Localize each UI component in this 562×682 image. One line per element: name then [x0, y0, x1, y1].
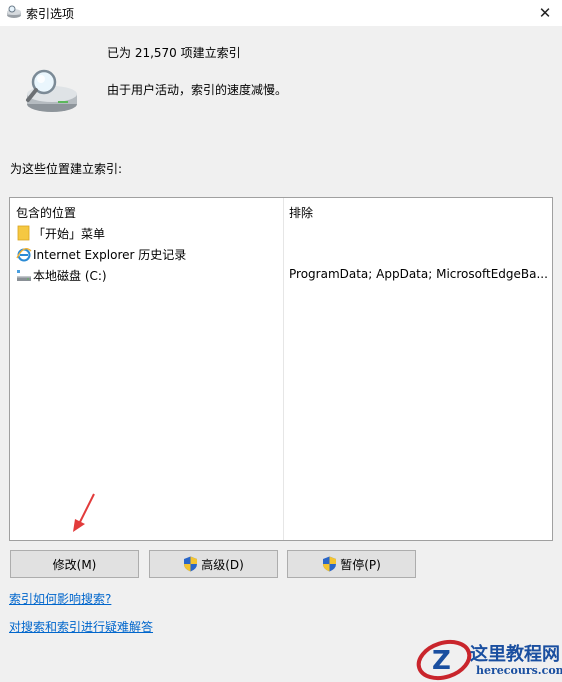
- watermark-brand: 这里教程网: [470, 644, 560, 665]
- table-row[interactable]: 本地磁盘 (C:) ProgramData; AppData; Microsof…: [10, 264, 552, 285]
- advanced-button[interactable]: 高级(D): [149, 550, 278, 578]
- indexed-locations-list[interactable]: 包含的位置 排除 「开始」菜单 Internet Explorer 历史记录 本…: [9, 197, 553, 541]
- location-name: Internet Explorer 历史记录: [33, 248, 187, 262]
- location-name: 本地磁盘 (C:): [33, 269, 107, 283]
- window-title: 索引选项: [26, 7, 75, 21]
- column-header-included[interactable]: 包含的位置: [16, 204, 76, 221]
- modify-button[interactable]: 修改(M): [10, 550, 139, 578]
- column-header-excluded[interactable]: 排除: [289, 204, 313, 221]
- annotation-arrow-icon: [73, 493, 95, 532]
- watermark-mark: Z: [432, 646, 451, 676]
- close-button[interactable]: ✕: [528, 0, 562, 26]
- modify-button-label: 修改(M): [52, 557, 97, 572]
- indexed-item-count: 已为 21,570 项建立索引: [107, 46, 241, 60]
- close-icon: ✕: [538, 4, 552, 22]
- locations-label: 为这些位置建立索引:: [10, 162, 123, 176]
- pause-button[interactable]: 暂停(P): [287, 550, 416, 578]
- internet-explorer-icon: [16, 248, 32, 262]
- advanced-button-label: 高级(D): [201, 557, 244, 572]
- indexing-options-icon: [7, 5, 21, 18]
- indexing-drive-magnifier-icon: [26, 69, 77, 112]
- troubleshoot-search-indexing-link[interactable]: 对搜索和索引进行疑难解答: [9, 618, 153, 635]
- title-bar: 索引选项 ✕: [0, 0, 562, 26]
- watermark-url: herecours.com: [476, 664, 562, 677]
- watermark: Z 这里教程网 herecours.com: [414, 636, 562, 682]
- location-exclusions: ProgramData; AppData; MicrosoftEdgeBa...: [289, 267, 547, 281]
- indexing-status-note: 由于用户活动，索引的速度减慢。: [107, 83, 288, 97]
- location-name: 「开始」菜单: [33, 227, 106, 241]
- drive-icon: [17, 270, 31, 281]
- pause-button-label: 暂停(P): [340, 557, 381, 572]
- uac-shield-icon: [323, 556, 337, 572]
- folder-icon: [17, 225, 30, 241]
- table-row[interactable]: 「开始」菜单: [10, 222, 552, 243]
- watermark-logo-icon: Z: [416, 639, 472, 681]
- table-row[interactable]: Internet Explorer 历史记录: [10, 243, 552, 264]
- uac-shield-icon: [184, 556, 198, 572]
- how-indexing-affects-search-link[interactable]: 索引如何影响搜索?: [9, 590, 111, 607]
